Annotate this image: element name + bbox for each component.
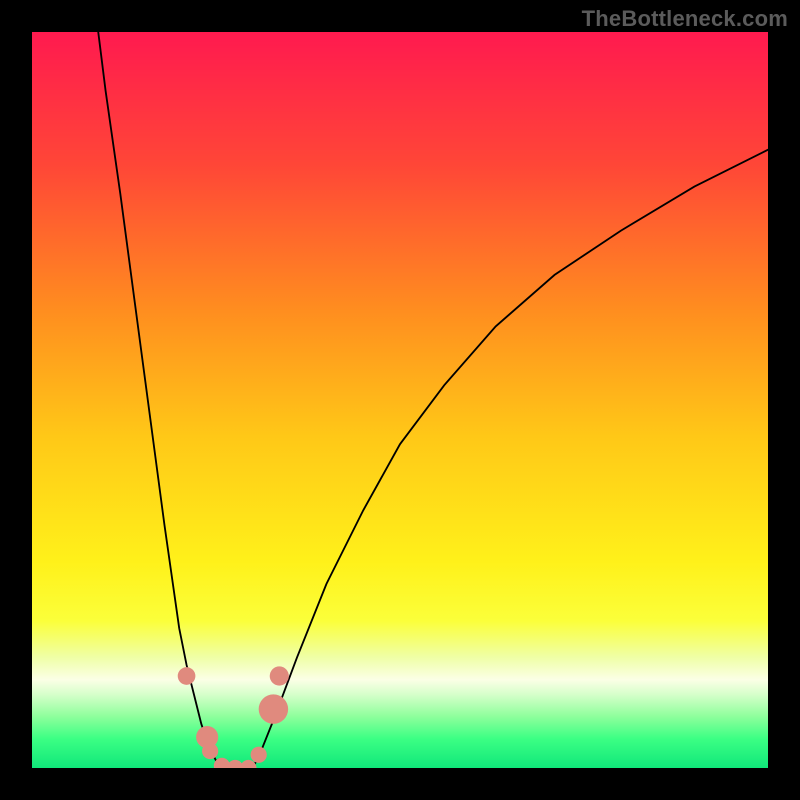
marker-right-dot-mid — [259, 694, 288, 723]
chart-frame: TheBottleneck.com — [0, 0, 800, 800]
marker-right-dot-low — [251, 747, 267, 763]
watermark-text: TheBottleneck.com — [582, 6, 788, 32]
left-branch — [98, 32, 223, 768]
marker-left-dot-upper — [178, 667, 196, 685]
marker-group — [178, 666, 289, 768]
plot-area — [32, 32, 768, 768]
marker-left-dot-low — [202, 743, 218, 759]
right-branch — [253, 150, 768, 768]
curve-layer — [32, 32, 768, 768]
marker-right-dot-upper — [270, 666, 289, 685]
